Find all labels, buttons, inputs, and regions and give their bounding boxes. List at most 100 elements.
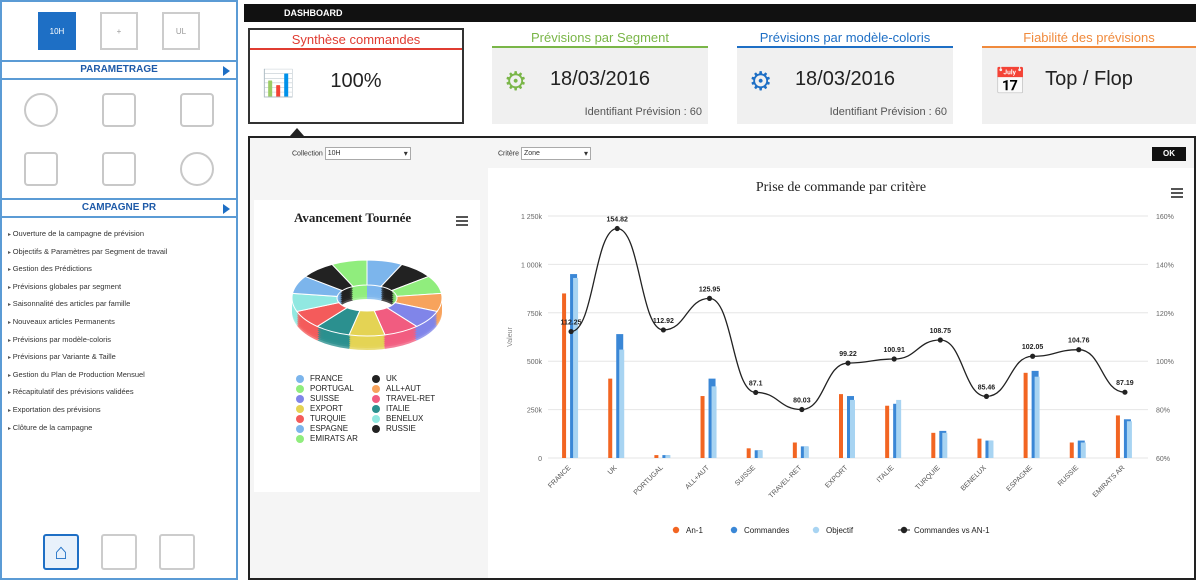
bar-an-1[interactable] [977, 438, 982, 458]
bar-objectif[interactable] [850, 399, 855, 458]
legend-item[interactable]: SUISSE [296, 394, 372, 403]
line-point[interactable] [937, 337, 943, 343]
list-icon[interactable] [101, 534, 137, 570]
bar-an-1[interactable] [746, 448, 751, 458]
list-icon[interactable] [102, 151, 136, 186]
menu-item[interactable]: Exportation des prévisions [8, 402, 236, 420]
line-point[interactable] [1122, 389, 1128, 395]
bar-objectif[interactable] [1126, 421, 1132, 458]
x-tick-label: UK [607, 464, 619, 476]
ul-button[interactable]: UL [162, 12, 200, 50]
bar-objectif[interactable] [619, 349, 625, 458]
menu-item[interactable]: Gestion du Plan de Production Mensuel [8, 367, 236, 385]
bar-an-1[interactable] [562, 293, 567, 458]
x-tick-label: PORTUGAL [633, 464, 665, 496]
bar-objectif[interactable] [665, 455, 671, 458]
legend-label: ALL+AUT [386, 384, 421, 393]
bar-objectif[interactable] [942, 432, 948, 458]
line-point[interactable] [891, 356, 897, 362]
line-point[interactable] [983, 393, 990, 399]
bar-an-1[interactable] [608, 378, 613, 458]
menu-item[interactable]: Ouverture de la campagne de prévision [8, 226, 236, 244]
menu-item[interactable]: Prévisions par modèle-coloris [8, 332, 236, 350]
chart-legend-item[interactable]: Commandes [730, 526, 790, 535]
legend-item[interactable]: FRANCE [296, 374, 372, 383]
critere-select[interactable]: Zone [520, 147, 591, 160]
parametrage-header[interactable]: PARAMETRAGE [2, 60, 236, 80]
apps-grid-icon[interactable] [24, 151, 58, 186]
card-segment[interactable]: Prévisions par Segment ⚙ 18/03/2016 Iden… [492, 28, 708, 124]
menu-item[interactable]: Prévisions globales par segment [8, 279, 236, 297]
legend-item[interactable]: EXPORT [296, 404, 372, 413]
campagne-header[interactable]: CAMPAGNE PR [2, 198, 236, 218]
bar-an-1[interactable] [885, 405, 890, 458]
menu-item[interactable]: Gestion des Prédictions [8, 261, 236, 279]
chart-legend-item[interactable]: Objectif [812, 526, 854, 535]
bar-an-1[interactable] [792, 442, 797, 458]
menu-item[interactable]: Saisonnalité des articles par famille [8, 296, 236, 314]
line-point[interactable] [799, 406, 805, 413]
line-point[interactable] [845, 360, 851, 366]
grid-table-icon[interactable] [180, 92, 214, 127]
legend-label: ESPAGNE [310, 424, 349, 433]
chart-legend-item[interactable]: An-1 [672, 526, 704, 535]
add-button[interactable]: + [100, 12, 138, 50]
menu-hamburger-icon[interactable] [456, 216, 468, 226]
bar-an-1[interactable] [931, 432, 936, 458]
legend-item[interactable]: UK [372, 374, 462, 383]
legend-item[interactable]: TURQUIE [296, 414, 372, 423]
donut-panel: Avancement Tournée FRANCE UK PORTUGAL ALL+A… [254, 200, 480, 492]
bar-objectif[interactable] [988, 440, 994, 458]
bar-objectif[interactable] [896, 399, 902, 458]
bar-objectif[interactable] [803, 446, 809, 458]
bar-an-1[interactable] [839, 394, 843, 458]
line-point[interactable] [1076, 347, 1082, 353]
legend-item[interactable]: BENELUX [372, 414, 462, 423]
legend-item[interactable]: PORTUGAL [296, 384, 372, 393]
line-point[interactable] [660, 327, 666, 333]
line-point[interactable] [568, 328, 574, 335]
collection-10h-button[interactable]: 10H [38, 12, 76, 50]
card-fiabilite[interactable]: Fiabilité des prévisions 📅 Top / Flop [982, 28, 1196, 124]
ok-button[interactable]: OK [1152, 147, 1186, 161]
bar-objectif[interactable] [1034, 376, 1040, 458]
legend-item[interactable]: ALL+AUT [372, 384, 462, 393]
menu-item[interactable]: Objectifs & Paramètres par Segment de tr… [8, 244, 236, 262]
bar-objectif[interactable] [573, 277, 579, 458]
x-tick-label: RUSSIE [1057, 464, 1081, 488]
clipboard-icon[interactable] [159, 534, 195, 570]
dashboard-bar: DASHBOARD [244, 4, 1196, 22]
menu-item[interactable]: Clôture de la campagne [8, 420, 236, 438]
home-icon[interactable]: ⌂ [43, 534, 79, 570]
menu-item[interactable]: Récapitulatif des prévisions validées [8, 384, 236, 402]
bar-an-1[interactable] [1023, 372, 1028, 458]
collection-select[interactable]: 10H [324, 147, 411, 160]
bar-an-1[interactable] [700, 396, 705, 458]
card-synthese[interactable]: Synthèse commandes 📊 100% [248, 28, 464, 124]
data-label: 80.03 [793, 398, 811, 405]
calendar-icon[interactable] [102, 92, 136, 127]
y-tick-label: 1 250k [521, 214, 543, 221]
line-point[interactable] [1030, 353, 1036, 359]
bar-objectif[interactable] [711, 386, 717, 458]
bar-objectif[interactable] [757, 450, 763, 458]
legend-item[interactable]: EMIRATS AR [296, 434, 372, 443]
menu-item[interactable]: Nouveaux articles Permanents [8, 314, 236, 332]
settings-gear-icon[interactable] [24, 92, 58, 127]
legend-item[interactable]: ITALIE [372, 404, 462, 413]
legend-item[interactable]: TRAVEL-RET [372, 394, 462, 403]
chart-legend-item[interactable]: Commandes vs AN-1 [898, 526, 990, 535]
legend-item[interactable]: RUSSIE [372, 424, 462, 433]
bar-an-1[interactable] [654, 455, 659, 458]
menu-item[interactable]: Prévisions par Variante & Taille [8, 349, 236, 367]
card-modele[interactable]: Prévisions par modèle-coloris ⚙ 18/03/20… [737, 28, 953, 124]
bar-an-1[interactable] [1115, 415, 1120, 458]
line-point[interactable] [706, 295, 713, 302]
line-point[interactable] [753, 389, 759, 396]
bar-objectif[interactable] [1080, 442, 1086, 458]
card-subtitle: Identifiant Prévision : 60 [584, 106, 702, 118]
legend-item[interactable]: ESPAGNE [296, 424, 372, 433]
bar-an-1[interactable] [1069, 442, 1074, 458]
user-icon[interactable] [180, 151, 214, 186]
line-point[interactable] [614, 225, 620, 232]
